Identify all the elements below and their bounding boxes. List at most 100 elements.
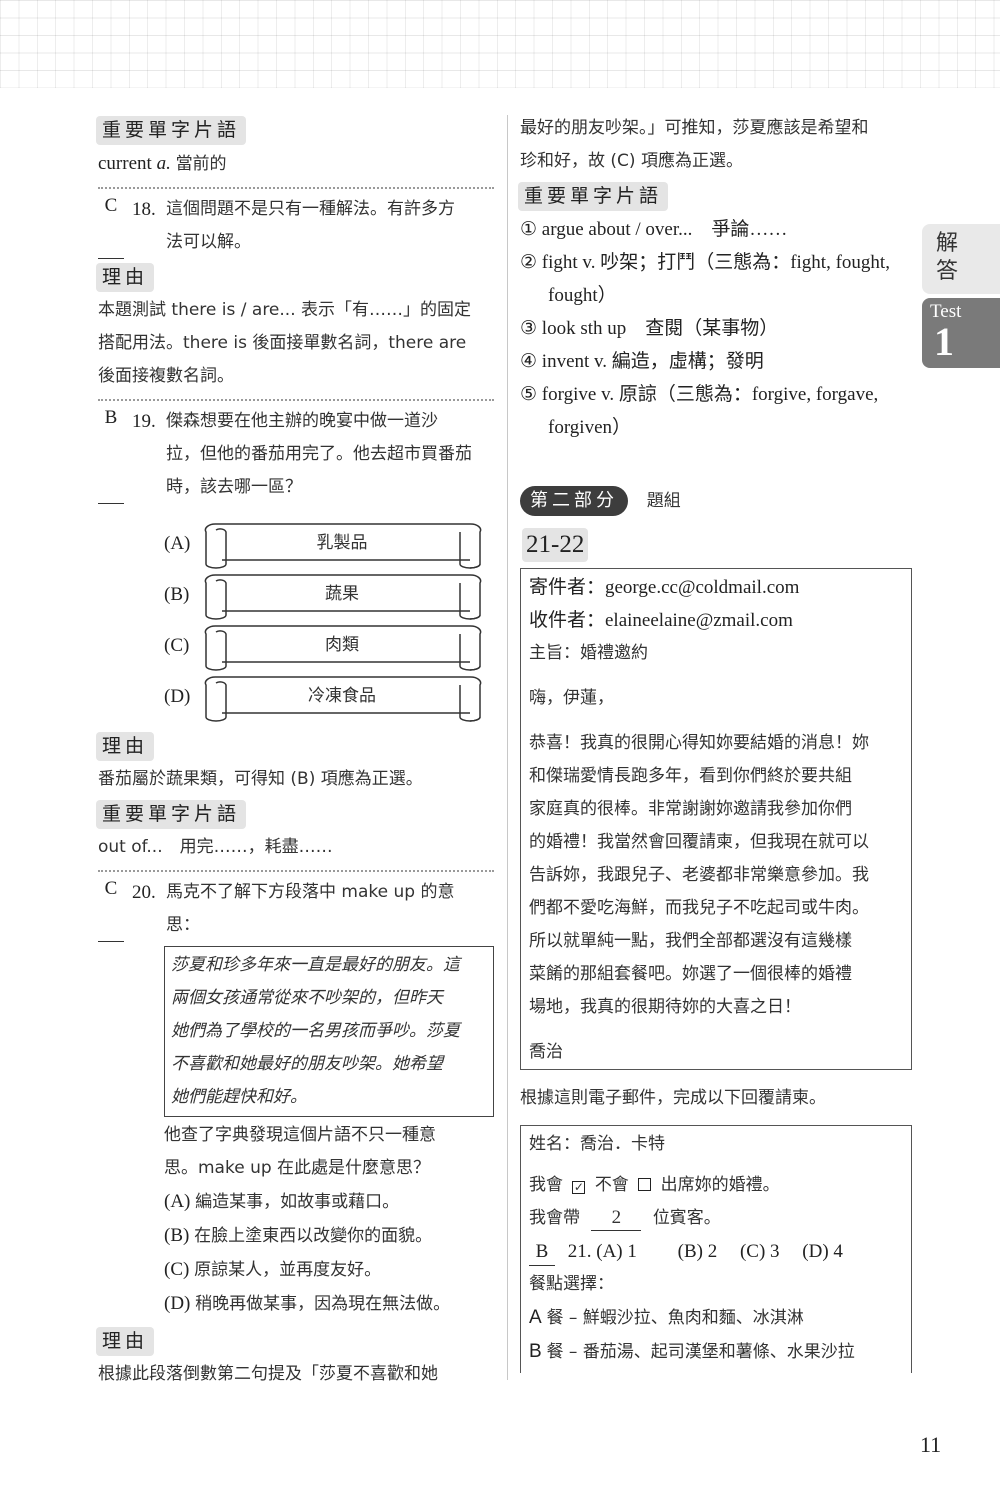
question-line: 傑森想要在他主辦的晚宴中做一道沙: [166, 411, 438, 431]
checkbox-empty-icon[interactable]: [638, 1178, 652, 1191]
meal-code: B: [529, 1341, 542, 1362]
guests-count-field[interactable]: 2: [591, 1206, 642, 1231]
email-body-line: 們都不愛吃海鮮，而我兒子不吃起司或牛肉。: [529, 898, 869, 918]
test-tab[interactable]: Test 1: [922, 298, 1000, 368]
option-label: (A): [164, 1191, 191, 1212]
option-b: (B) 2: [677, 1241, 718, 1262]
question-number: 19.: [132, 411, 156, 432]
option-label: (D): [164, 1293, 191, 1314]
question-line: 這個問題不是只有一種解法。有許多方: [166, 199, 455, 219]
question-text: 傑森想要在他主辦的晚宴中做一道沙 拉，但他的番茄用完了。他去超市買番茄 時，該去…: [166, 405, 494, 504]
dotted-separator: [98, 399, 494, 401]
circled-number-icon: ②: [520, 252, 538, 273]
reason-heading: 理由: [96, 1327, 155, 1356]
right-column: 最好的朋友吵架。」可推知，莎夏應該是希望和 珍和好，故 (C) 項應為正選。 重…: [518, 112, 912, 1373]
vocab-item: ⑤ forgive v. 原諒（三態為：forgive, forgave,: [520, 378, 912, 411]
meal-text: 餐 – 番茄湯、起司漢堡和薯條、水果沙拉: [546, 1342, 855, 1362]
question-text: 這個問題不是只有一種解法。有許多方 法可以解。: [166, 193, 494, 259]
question-followup: 他查了字典發現這個片語不只一種意 思。make up 在此處是什麼意思？: [98, 1119, 494, 1185]
meal-text: 餐 – 鮮蝦沙拉、魚肉和麵、冰淇淋: [546, 1308, 804, 1328]
rsvp-name: 姓名：喬治．卡特: [529, 1134, 665, 1154]
scroll-banner: 冷凍食品: [202, 673, 482, 722]
vocab-item: ③ look sth up 查閱（某事物）: [520, 312, 912, 345]
scroll-banner: 蔬果: [202, 571, 482, 620]
vocab-item: ④ invent v. 編造，虛構；發明: [520, 345, 912, 378]
rsvp-guests: 我會帶 2 位賓客。: [529, 1202, 903, 1235]
question-20: C 20. 馬克不了解下方段落中 make up 的意 思：: [98, 876, 494, 942]
vocab-item: ① argue about / over... 爭論……: [520, 213, 912, 246]
vocab-text-cont: forgiven）: [548, 417, 632, 438]
question-line: 思：: [166, 915, 200, 935]
option-text: 稍晚再做某事，因為現在無法做。: [195, 1294, 451, 1314]
part-badge: 第二部分: [520, 486, 628, 516]
email-body-line: 場地，我真的很期待妳的大喜之日！: [529, 997, 801, 1017]
question-19: B 19. 傑森想要在他主辦的晚宴中做一道沙 拉，但他的番茄用完了。他去超市買番…: [98, 405, 494, 504]
reason-text: 根據此段落倒數第二句提及「莎夏不喜歡和她: [98, 1364, 438, 1384]
scroll-banner: 肉類: [202, 622, 482, 671]
option-d: (D) 稍晚再做某事，因為現在無法做。: [98, 1287, 494, 1321]
checkbox-checked-icon[interactable]: ✓: [572, 1181, 586, 1194]
option-a: (A) 1: [596, 1241, 637, 1262]
option-text: 蔬果: [325, 583, 359, 604]
meal-code: A: [529, 1307, 542, 1328]
question-line: 拉，但他的番茄用完了。他去超市買番茄: [166, 444, 472, 464]
passage-line: 她們為了學校的一名男孩而爭吵。莎夏: [171, 1021, 460, 1041]
meal-option-a: A 餐 – 鮮蝦沙拉、魚肉和麵、冰淇淋: [529, 1301, 903, 1335]
option-a: (A) 編造某事，如故事或藉口。: [98, 1185, 494, 1219]
question-21: B 21. (A) 1 (B) 2 (C) 3 (D) 4: [529, 1235, 903, 1268]
vocab-heading: 重要單字片語: [96, 116, 247, 145]
answer-19: B: [98, 405, 124, 504]
reason-line: 珍和好，故 (C) 項應為正選。: [520, 151, 743, 171]
reason-line: 本題測試 there is / are... 表示「有……」的固定: [98, 300, 472, 320]
reason-line: 後面接複數名詞。: [98, 366, 234, 386]
section-tab-answers[interactable]: 解答: [922, 224, 1000, 294]
reason-text: 番茄屬於蔬果類，可得知 (B) 項應為正選。: [98, 769, 423, 789]
email-body: 恭喜！我真的很開心得知妳要結婚的消息！妳 和傑瑞愛情長跑多年，看到你們終於要共組…: [529, 727, 903, 1024]
vocab-entry: current a. 當前的: [98, 147, 494, 181]
passage-line: 兩個女孩通常從來不吵架的，但昨天: [171, 988, 443, 1008]
column-divider: [507, 115, 508, 1380]
scroll-option-a: (A) 乳製品: [164, 518, 494, 569]
vocab-meaning: 當前的: [175, 154, 227, 174]
email-body-line: 告訴妳，我跟兒子、老婆都非常樂意參加。我: [529, 865, 869, 885]
question-line: 時，該去哪一區？: [166, 477, 302, 497]
vocab-text: fight v. 吵架；打鬥（三態為：fight, fought,: [541, 252, 890, 273]
email-body-line: 恭喜！我真的很開心得知妳要結婚的消息！妳: [529, 733, 869, 753]
vocab-heading: 重要單字片語: [96, 800, 247, 829]
option-label: (C): [164, 1259, 190, 1280]
vocab-item: ② fight v. 吵架；打鬥（三態為：fight, fought,: [520, 246, 912, 279]
reason-line: 搭配用法。there is 後面接單數名詞，there are: [98, 333, 467, 353]
rsvp-attendance: 我會 ✓ 不會 出席妳的婚禮。: [529, 1169, 903, 1202]
option-label: (A): [164, 532, 191, 554]
passage-line: 不喜歡和她最好的朋友吵架。她希望: [171, 1054, 443, 1074]
test-tab-number: 1: [934, 319, 954, 364]
email-body-line: 所以就單純一點，我們全部都選沒有這幾樣: [529, 931, 852, 951]
option-label: (B): [164, 1225, 190, 1246]
scroll-options: (A) 乳製品 (B) 蔬果 (C) 肉類 (D) 冷凍食品: [98, 518, 494, 722]
answer-21: B: [529, 1239, 555, 1266]
email-subject: 主旨：婚禮邀約: [529, 643, 648, 663]
guests-suffix: 位賓客。: [652, 1208, 721, 1228]
part-title: 題組: [646, 491, 681, 511]
option-text: 原諒某人，並再度友好。: [194, 1260, 382, 1280]
rsvp-card: 姓名：喬治．卡特 我會 ✓ 不會 出席妳的婚禮。 我會帶 2 位賓客。 B 21…: [520, 1125, 912, 1373]
followup-line: 思。make up 在此處是什麼意思？: [164, 1158, 431, 1178]
email-body-line: 家庭真的很棒。非常謝謝妳邀請我參加你們: [529, 799, 852, 819]
scroll-option-c: (C) 肉類: [164, 620, 494, 671]
scroll-option-b: (B) 蔬果: [164, 569, 494, 620]
vocab-text: look sth up 查閱（某事物）: [541, 318, 779, 339]
option-text: 在臉上塗東西以改變你的面貌。: [194, 1226, 433, 1246]
guests-prefix: 我會帶: [529, 1208, 580, 1228]
vocab-entry: out of... 用完……，耗盡……: [98, 837, 333, 857]
reason-heading: 理由: [96, 732, 155, 761]
option-text: 冷凍食品: [308, 685, 376, 706]
dotted-separator: [98, 870, 494, 872]
email-greeting: 嗨，伊蓮，: [529, 688, 614, 708]
page-number: 11: [920, 1432, 942, 1457]
meal-option-b: B 餐 – 番茄湯、起司漢堡和薯條、水果沙拉: [529, 1335, 903, 1369]
passage-line: 莎夏和珍多年來一直是最好的朋友。這: [171, 955, 460, 975]
rsvp-instruction: 根據這則電子郵件，完成以下回覆請柬。: [520, 1088, 826, 1108]
reason-line: 最好的朋友吵架。」可推知，莎夏應該是希望和: [520, 118, 869, 138]
vocab-text: forgive v. 原諒（三態為：forgive, forgave,: [541, 384, 879, 405]
vocab-text-cont: fought）: [548, 285, 617, 306]
